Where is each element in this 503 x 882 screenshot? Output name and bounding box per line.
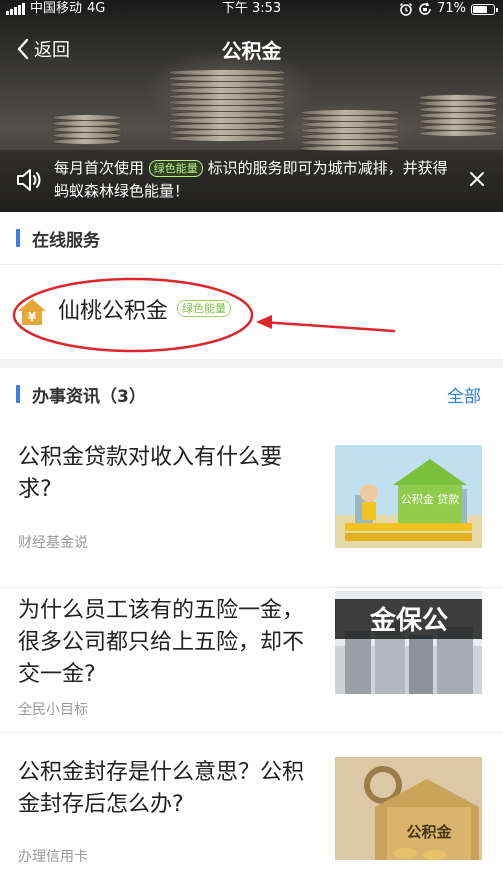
- battery-percent: 71%: [437, 1, 466, 16]
- online-service-section: 在线服务 ¥ 仙桃公积金 绿色能量: [0, 212, 503, 359]
- section-title: 在线服务: [32, 231, 100, 251]
- section-title: 办事资讯（3）: [32, 387, 146, 407]
- page-title: 公积金: [221, 39, 282, 63]
- thumb-caption: 公积金 贷款: [401, 492, 460, 506]
- coin-stack-decoration: [418, 94, 498, 137]
- news-title: 公积金封存是什么意思？公积金封存后怎么办?: [18, 760, 305, 817]
- annotation-ellipse: [12, 277, 396, 353]
- rotation-lock-icon: [419, 2, 431, 15]
- section-header: 办事资讯（3） 全部: [0, 368, 503, 420]
- news-thumbnail: 金保公: [335, 591, 482, 694]
- coin-stack-decoration: [52, 114, 122, 145]
- news-thumbnail: 公积金: [335, 757, 482, 860]
- thumb-caption: 金保公: [369, 605, 448, 636]
- status-bar: 中国移动 4G 下午 3:53 71%: [0, 0, 503, 20]
- battery-icon: [471, 3, 498, 15]
- close-icon[interactable]: [469, 171, 485, 187]
- speaker-icon: [17, 169, 41, 191]
- green-energy-notice: 每月首次使用 绿色能量 标识的服务即可为城市减排，并获得蚂蚁森林绿色能量！: [0, 150, 503, 212]
- header-banner: 中国移动 4G 下午 3:53 71% 返回 公积金 每月首次使用 绿色能量 标…: [0, 0, 503, 212]
- notice-text-before: 每月首次使用: [54, 159, 145, 177]
- view-all-link[interactable]: 全部: [447, 382, 481, 407]
- thumb-caption: 公积金: [406, 823, 452, 841]
- news-item[interactable]: 公积金封存是什么意思？公积金封存后怎么办? 办理信用卡 公积金: [0, 733, 503, 882]
- news-item[interactable]: 公积金贷款对收入有什么要求? 财经基金说 公积金 贷款: [0, 420, 503, 588]
- alarm-icon: [400, 3, 413, 16]
- news-title: 为什么员工该有的五险一金，很多公司都只给上五险，却不交一金?: [18, 598, 305, 687]
- news-title: 公积金贷款对收入有什么要求?: [18, 445, 283, 502]
- navigation-bar: 返回 公积金: [0, 30, 503, 70]
- section-header: 在线服务: [0, 212, 503, 265]
- news-source: 全民小目标: [18, 702, 88, 718]
- section-accent-bar: [16, 229, 20, 247]
- green-energy-badge: 绿色能量: [148, 160, 203, 177]
- news-thumbnail: 公积金 贷款: [335, 445, 482, 548]
- notice-text: 每月首次使用 绿色能量 标识的服务即可为城市减排，并获得蚂蚁森林绿色能量！: [54, 157, 454, 203]
- news-item[interactable]: 为什么员工该有的五险一金，很多公司都只给上五险，却不交一金? 全民小目标 金保公: [0, 587, 503, 733]
- coin-stack-decoration: [168, 69, 286, 142]
- news-source: 财经基金说: [18, 535, 88, 551]
- section-accent-bar: [16, 385, 20, 403]
- coin-stack-decoration: [300, 109, 400, 152]
- news-source: 办理信用卡: [18, 849, 88, 865]
- service-item-xiantao-gjj[interactable]: ¥ 仙桃公积金 绿色能量: [0, 265, 503, 359]
- news-section: 办事资讯（3） 全部 公积金贷款对收入有什么要求? 财经基金说 公积金 贷款 为…: [0, 368, 503, 882]
